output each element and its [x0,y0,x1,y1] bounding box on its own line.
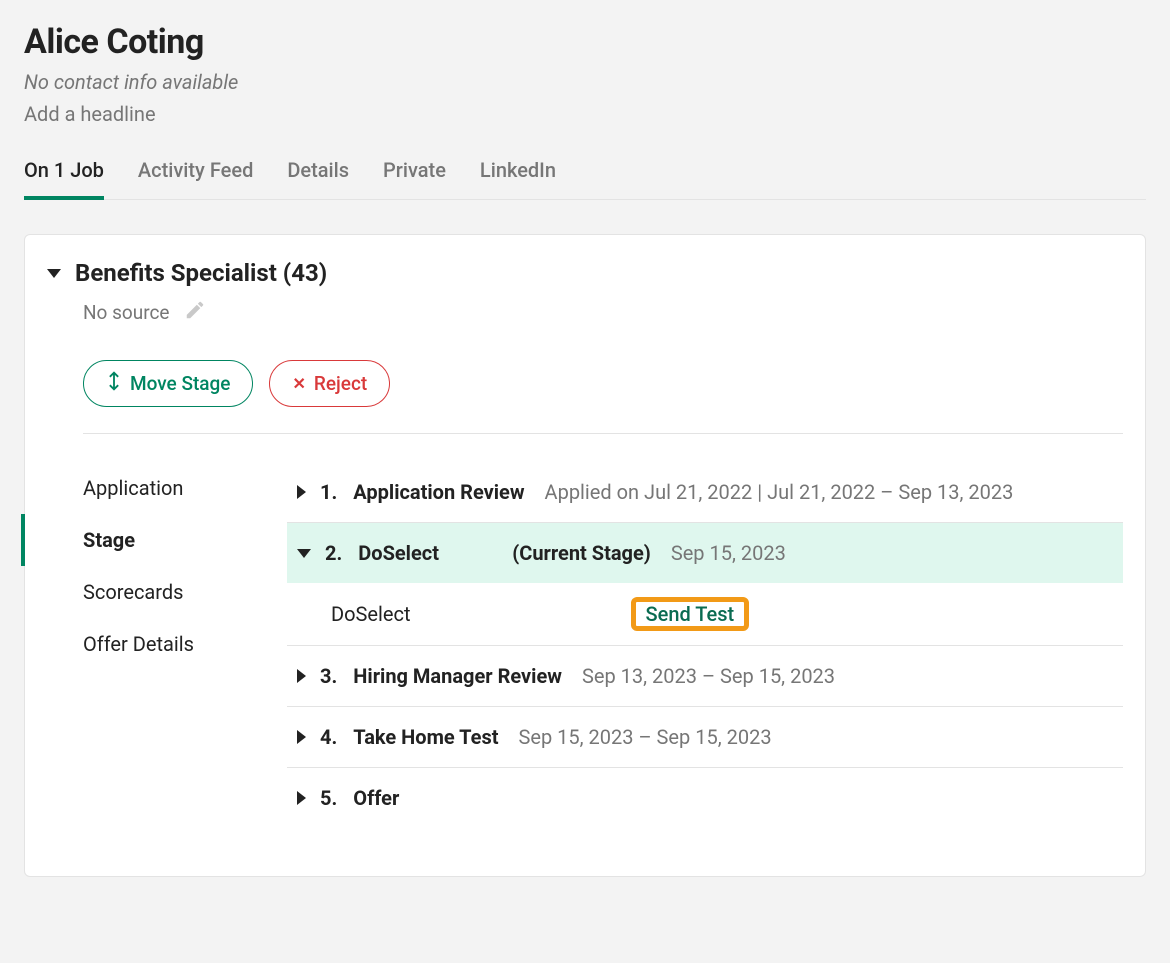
edit-source-icon[interactable] [184,299,206,326]
stage-meta: Sep 15, 2023 [671,541,786,565]
reject-icon: ✕ [292,374,305,393]
stage-num: 3. [320,664,337,688]
stage-meta: Sep 15, 2023 – Sep 15, 2023 [519,725,772,749]
stage-num: 2. [325,541,342,565]
job-title: Benefits Specialist (43) [75,259,327,287]
tab-activity-feed[interactable]: Activity Feed [138,158,253,200]
stage-name: Application Review [353,480,524,504]
stage-row-2[interactable]: 2. DoSelect (Current Stage) Sep 15, 2023 [287,523,1123,583]
stage-name: DoSelect [358,541,498,565]
substage-name: DoSelect [331,602,411,626]
stage-num: 1. [320,480,337,504]
job-header[interactable]: Benefits Specialist (43) [47,259,1123,287]
collapse-icon[interactable] [297,549,311,558]
tab-on-job[interactable]: On 1 Job [24,158,104,200]
stage-row-4[interactable]: 4. Take Home Test Sep 15, 2023 – Sep 15,… [287,707,1123,768]
expand-icon[interactable] [297,730,306,744]
stage-name: Take Home Test [353,725,498,749]
collapse-icon[interactable] [47,269,61,278]
stage-list: 1. Application Review Applied on Jul 21,… [287,462,1123,828]
move-stage-label: Move Stage [130,372,230,395]
expand-icon[interactable] [297,791,306,805]
move-stage-icon [106,371,122,396]
job-source: No source [83,301,170,324]
tab-private[interactable]: Private [383,158,446,200]
job-card: Benefits Specialist (43) No source Move … [24,234,1146,877]
side-scorecards[interactable]: Scorecards [21,566,287,618]
stage-name: Hiring Manager Review [353,664,562,688]
candidate-tabs: On 1 Job Activity Feed Details Private L… [24,158,1146,200]
side-stage[interactable]: Stage [21,514,287,566]
stage-name: Offer [353,786,399,810]
move-stage-button[interactable]: Move Stage [83,360,253,407]
tab-linkedin[interactable]: LinkedIn [480,158,556,200]
stage-row-5[interactable]: 5. Offer [287,768,1123,828]
reject-label: Reject [314,372,367,395]
stage-sub-doselect: DoSelect Send Test [287,583,1123,646]
current-stage-label: (Current Stage) [512,541,651,565]
expand-icon[interactable] [297,669,306,683]
reject-button[interactable]: ✕ Reject [269,360,390,407]
side-application[interactable]: Application [21,462,287,514]
stage-num: 4. [320,725,337,749]
contact-info: No contact info available [24,70,1146,94]
send-test-highlight: Send Test [631,597,750,631]
stage-row-3[interactable]: 3. Hiring Manager Review Sep 13, 2023 – … [287,646,1123,707]
candidate-name: Alice Coting [24,22,1146,62]
side-offer-details[interactable]: Offer Details [21,618,287,670]
send-test-link[interactable]: Send Test [636,596,745,632]
stage-row-1[interactable]: 1. Application Review Applied on Jul 21,… [287,462,1123,523]
add-headline-link[interactable]: Add a headline [24,102,1146,126]
expand-icon[interactable] [297,485,306,499]
stage-meta: Applied on Jul 21, 2022 | Jul 21, 2022 –… [545,480,1014,504]
job-side-nav: Application Stage Scorecards Offer Detai… [47,462,287,828]
stage-num: 5. [320,786,337,810]
tab-details[interactable]: Details [287,158,349,200]
stage-meta: Sep 13, 2023 – Sep 15, 2023 [582,664,835,688]
